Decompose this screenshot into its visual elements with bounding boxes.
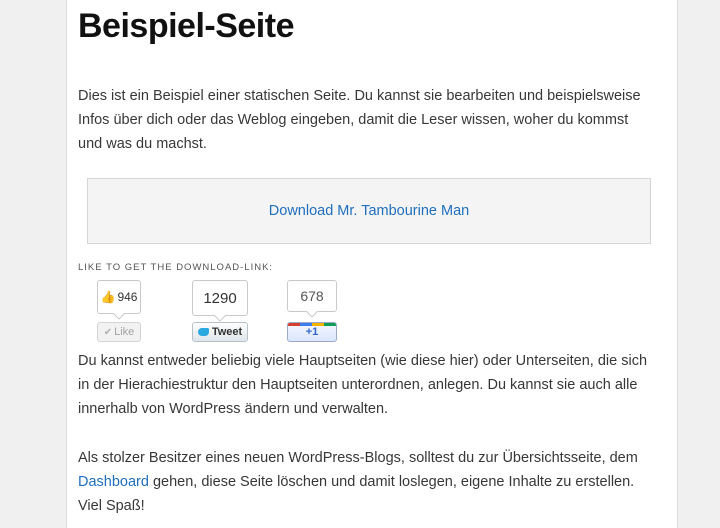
share-buttons: 👍 946 ✔ Like 1290 Tweet 678 +1 (67, 280, 367, 346)
facebook-like-button[interactable]: ✔ Like (97, 322, 141, 342)
plusone-count: 678 (287, 280, 337, 312)
tweet-count: 1290 (192, 280, 248, 316)
twitter-bird-icon (197, 328, 209, 336)
plusone-label: +1 (305, 326, 319, 338)
dashboard-paragraph: Als stolzer Besitzer eines neuen WordPre… (78, 446, 653, 518)
tweet-count-value: 1290 (203, 289, 237, 307)
thumbs-up-icon: 👍 (100, 290, 116, 304)
dashboard-paragraph-text-after: gehen, diese Seite löschen und damit los… (78, 474, 635, 514)
dashboard-link[interactable]: Dashboard (78, 474, 149, 490)
pages-paragraph: Du kannst entweder beliebig viele Haupts… (78, 353, 648, 417)
plusone-count-value: 678 (300, 288, 324, 304)
share-label: Like to get the download-link: (78, 262, 274, 273)
facebook-count-value: 946 (117, 290, 138, 304)
check-icon: ✔ (103, 326, 113, 338)
page-title: Beispiel-Seite (78, 7, 294, 45)
google-color-stripe (288, 323, 336, 326)
download-link[interactable]: Download Mr. Tambourine Man (269, 203, 469, 219)
page-content: Beispiel-Seite Dies ist ein Beispiel ein… (66, 0, 678, 528)
facebook-like-label: Like (114, 326, 135, 338)
facebook-like-count: 👍 946 (97, 280, 141, 314)
download-box: Download Mr. Tambourine Man (87, 178, 651, 244)
tweet-label: Tweet (211, 326, 243, 338)
intro-paragraph: Dies ist ein Beispiel einer statischen S… (78, 88, 641, 152)
tweet-button[interactable]: Tweet (192, 322, 248, 342)
dashboard-paragraph-text-before: Als stolzer Besitzer eines neuen WordPre… (78, 450, 638, 466)
google-plusone-button[interactable]: +1 (287, 322, 337, 342)
